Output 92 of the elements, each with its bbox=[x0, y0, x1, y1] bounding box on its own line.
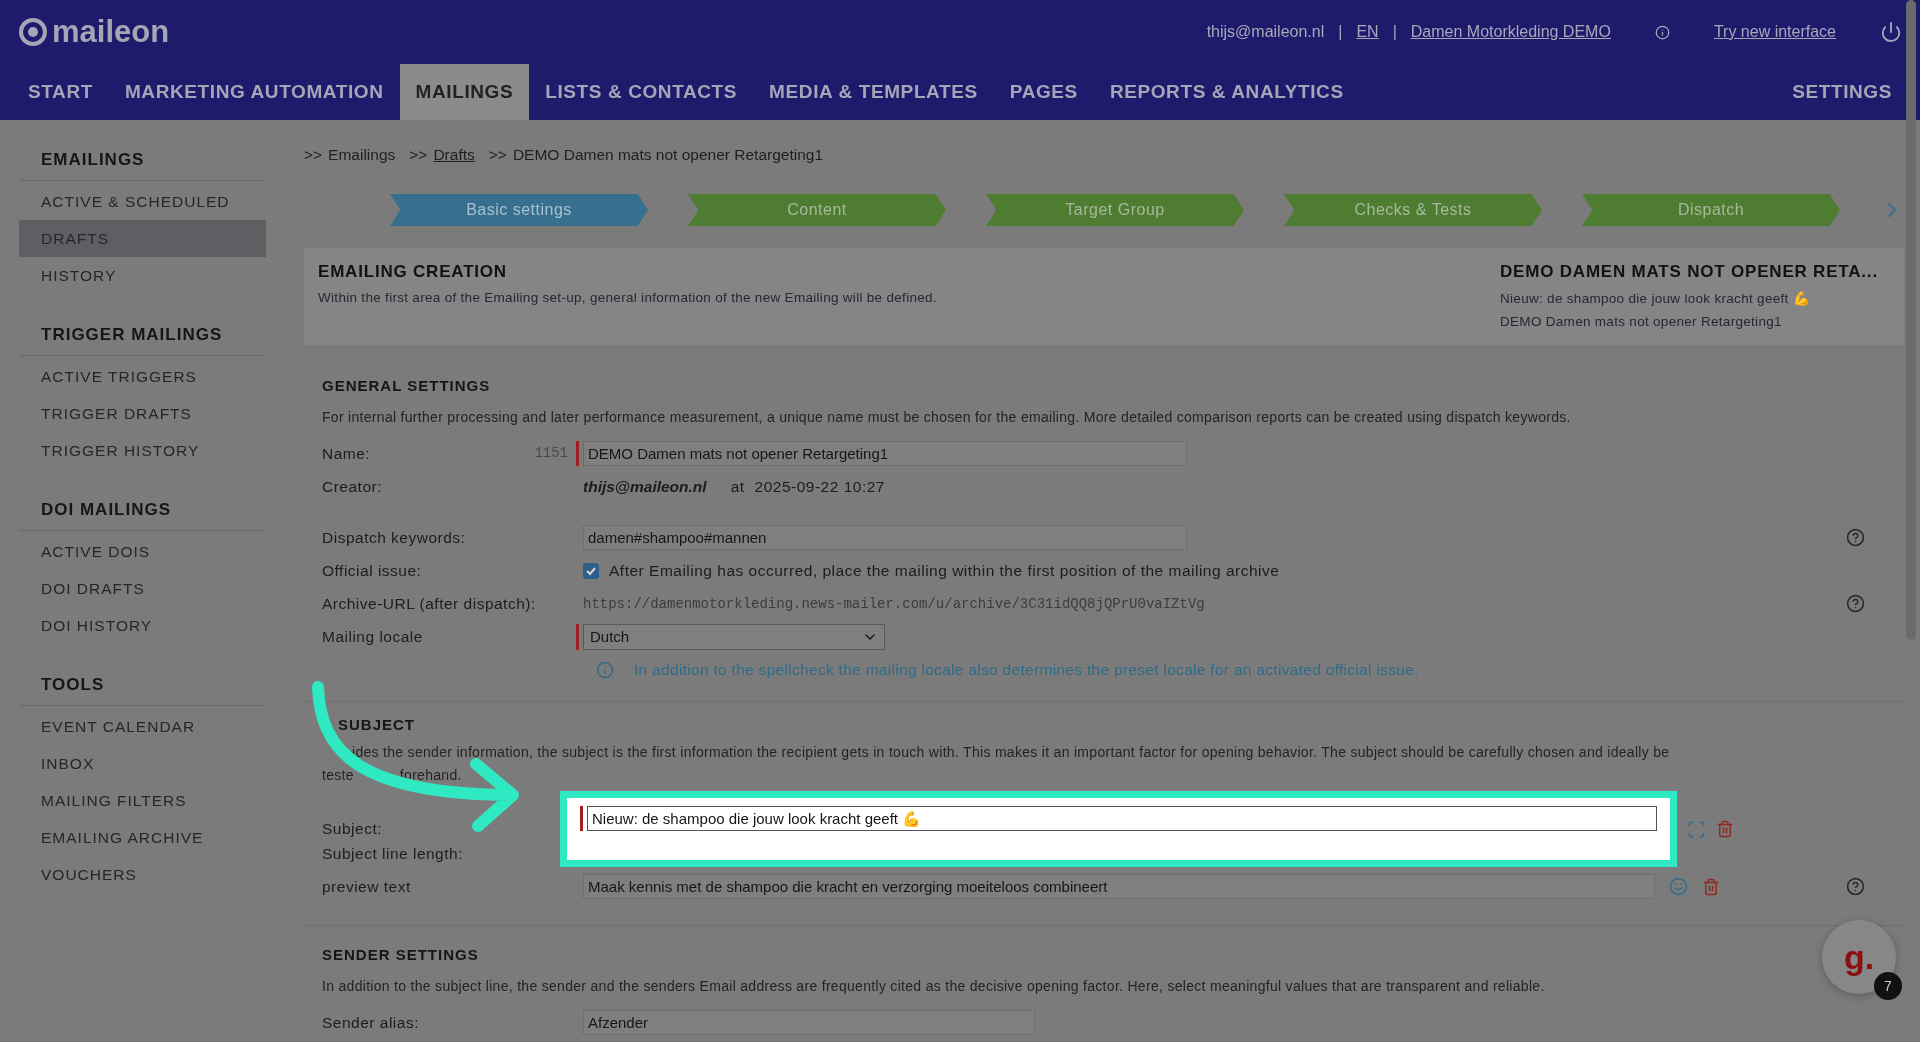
description-fragment: teste bbox=[322, 766, 354, 785]
summary-subject: Nieuw: de shampoo die jouw look kracht geeft 💪 bbox=[1500, 290, 1811, 306]
nav-tab[interactable]: PAGES bbox=[993, 64, 1094, 120]
nav-tab[interactable]: REPORTS & ANALYTICS bbox=[1093, 64, 1360, 120]
sidebar-heading: TRIGGER MAILINGS bbox=[19, 325, 266, 356]
sidebar-item[interactable]: TRIGGER HISTORY bbox=[19, 432, 266, 469]
field-label: Subject: bbox=[322, 820, 383, 838]
field-label: Subject line length: bbox=[322, 844, 464, 863]
preview-text-input[interactable]: Maak kennis met de shampoo die kracht en verzorging moeiteloos combineert bbox=[583, 874, 1655, 899]
field-label: Dispatch keywords: bbox=[322, 528, 466, 547]
field-label: Creator: bbox=[322, 477, 382, 496]
sidebar-item[interactable]: ACTIVE & SCHEDULED bbox=[19, 183, 266, 220]
sidebar-item[interactable]: ACTIVE TRIGGERS bbox=[19, 358, 266, 395]
logo-icon bbox=[18, 17, 48, 47]
step-tab[interactable]: Dispatch bbox=[1582, 194, 1840, 226]
nav-tab[interactable]: MEDIA & TEMPLATES bbox=[753, 64, 994, 120]
breadcrumb-separator: >> bbox=[409, 146, 428, 164]
breadcrumb-separator: >> bbox=[304, 146, 323, 164]
nav-tab[interactable]: MAILINGS bbox=[399, 64, 530, 120]
sidebar-item[interactable]: DOI DRAFTS bbox=[19, 570, 266, 607]
section-description: In addition to the subject line, the sender and the senders Email address are frequently cited as the decisive opening factor. Here, select meaningful values that are transparent and reliable. bbox=[322, 977, 1545, 996]
creation-date: 2025-09-22 10:27 bbox=[754, 477, 885, 496]
section-title: GENERAL SETTINGS bbox=[322, 377, 492, 394]
breadcrumb-text: Emailings bbox=[328, 146, 396, 164]
nav-tab[interactable]: LISTS & CONTACTS bbox=[529, 64, 754, 120]
info-note: In addition to the spellcheck the mailing locale also determines the preset locale for an activated official issue. bbox=[634, 661, 1419, 679]
sidebar-heading: TOOLS bbox=[19, 675, 266, 706]
info-icon[interactable] bbox=[1654, 24, 1670, 40]
checkbox[interactable] bbox=[583, 562, 599, 579]
sidebar-item[interactable]: INBOX bbox=[19, 745, 266, 782]
help-icon[interactable] bbox=[1846, 877, 1865, 896]
step-tab[interactable]: Basic settings bbox=[390, 194, 648, 226]
scrollbar[interactable] bbox=[1906, 0, 1916, 640]
summary-name: DEMO Damen mats not opener Retargeting1 bbox=[1500, 314, 1783, 329]
separator: | bbox=[1338, 23, 1343, 41]
nav-tab[interactable]: START bbox=[12, 64, 109, 120]
section-title: SENDER SETTINGS bbox=[322, 946, 480, 963]
step-tab[interactable]: Target Group bbox=[986, 194, 1244, 226]
field-label: Name: bbox=[322, 444, 371, 463]
field-label: preview text bbox=[322, 877, 412, 896]
notification-badge: 7 bbox=[1874, 972, 1902, 1000]
sidebar-item[interactable]: DOI HISTORY bbox=[19, 607, 266, 644]
field-label: Sender alias: bbox=[322, 1013, 420, 1032]
sidebar-item[interactable]: EMAILING ARCHIVE bbox=[19, 819, 266, 856]
step-tab[interactable]: Checks & Tests bbox=[1284, 194, 1542, 226]
highlighted-subject-field[interactable]: Nieuw: de shampoo die jouw look kracht geeft 💪 bbox=[560, 791, 1677, 867]
nav-tab[interactable]: MARKETING AUTOMATION bbox=[108, 64, 400, 120]
user-email: thijs@maileon.nl bbox=[1206, 23, 1325, 41]
settings-tab[interactable]: SETTINGS bbox=[1776, 64, 1908, 120]
section-title: SUBJECT bbox=[337, 716, 416, 733]
text-field[interactable]: DEMO Damen mats not opener Retargeting1 bbox=[583, 441, 1187, 466]
info-icon bbox=[596, 661, 614, 679]
text-field[interactable]: Afzender bbox=[583, 1010, 1035, 1035]
description-fragment: forehand. bbox=[399, 766, 462, 785]
summary-title: DEMO DAMEN MATS NOT OPENER RETA... bbox=[1500, 262, 1879, 282]
sidebar-item[interactable]: EVENT CALENDAR bbox=[19, 708, 266, 745]
breadcrumb-text: DEMO Damen mats not opener Retargeting1 bbox=[512, 146, 824, 164]
step-tab[interactable]: Content bbox=[688, 194, 946, 226]
separator: | bbox=[1392, 23, 1397, 41]
breadcrumb-separator: >> bbox=[488, 146, 507, 164]
archive-url: https://damenmotorkleding.news-mailer.com/u/archive/3C31idQQ8jQPrU0vaIZtVg bbox=[583, 595, 1205, 612]
at-text: at bbox=[730, 477, 745, 496]
help-icon[interactable] bbox=[1846, 528, 1865, 547]
checkbox-label: After Emailing has occurred, place the mailing within the first position of the mailing archive bbox=[609, 561, 1280, 580]
field-label: Official issue: bbox=[322, 561, 422, 580]
section-description: Within the first area of the Emailing set-up, general information of the new Emailing will be defined. bbox=[318, 290, 937, 305]
language-link[interactable]: EN bbox=[1356, 23, 1379, 41]
power-icon[interactable] bbox=[1880, 21, 1902, 43]
try-new-interface-link[interactable]: Try new interface bbox=[1713, 23, 1836, 41]
sidebar-heading: DOI MAILINGS bbox=[19, 500, 266, 531]
section-description: For internal further processing and later performance measurement, a unique name must be chosen for the emailing. More detailed comparison reports can be created using dispatch keywords. bbox=[322, 408, 1571, 427]
breadcrumb-link[interactable]: Drafts bbox=[433, 146, 475, 164]
sidebar-item[interactable]: HISTORY bbox=[19, 257, 266, 294]
text-field[interactable]: damen#shampoo#mannen bbox=[583, 525, 1187, 550]
trash-icon[interactable] bbox=[1702, 877, 1720, 896]
field-label: Archive-URL (after dispatch): bbox=[322, 594, 536, 613]
locale-dropdown[interactable]: Dutch bbox=[583, 623, 885, 650]
help-icon[interactable] bbox=[1846, 594, 1865, 613]
creator-email: thijs@maileon.nl bbox=[583, 477, 707, 496]
sidebar-item[interactable]: ACTIVE DOIS bbox=[19, 533, 266, 570]
section-description: ides the sender information, the subject is the first information the recipient gets in touch with. This makes it an important factor for opening behavior. The subject should be carefully chosen and ideally be bbox=[351, 743, 1670, 762]
sidebar-item[interactable]: VOUCHERS bbox=[19, 856, 266, 893]
sidebar-item[interactable]: DRAFTS bbox=[19, 220, 266, 257]
section-title: EMAILING CREATION bbox=[318, 262, 508, 282]
sidebar-heading: EMAILINGS bbox=[19, 150, 266, 181]
subject-input[interactable]: Nieuw: de shampoo die jouw look kracht geeft 💪 bbox=[587, 806, 1657, 831]
trash-icon[interactable] bbox=[1716, 820, 1734, 838]
field-label: Mailing locale bbox=[322, 627, 423, 646]
maileon-logo[interactable]: maileon bbox=[18, 14, 170, 50]
sidebar-item[interactable]: TRIGGER DRAFTS bbox=[19, 395, 266, 432]
sidebar-item[interactable]: MAILING FILTERS bbox=[19, 782, 266, 819]
account-link[interactable]: Damen Motorkleding DEMO bbox=[1410, 23, 1611, 41]
